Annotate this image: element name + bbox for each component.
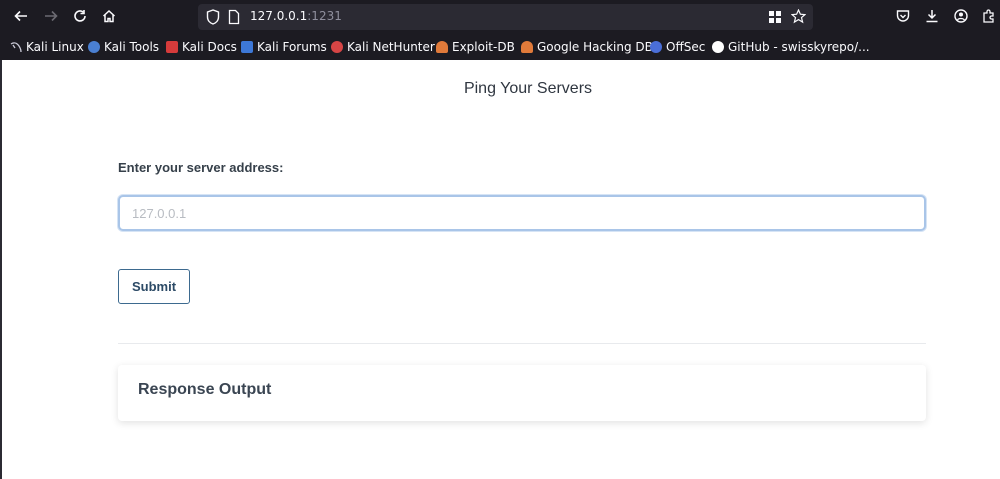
kali-forums-icon — [241, 41, 253, 53]
bookmark-exploit-db[interactable]: Exploit-DB — [436, 38, 515, 56]
bookmark-label: Kali NetHunter — [347, 40, 435, 54]
bookmark-kali-forums[interactable]: Kali Forums — [241, 38, 327, 56]
response-output-title: Response Output — [138, 381, 272, 398]
divider — [118, 343, 926, 344]
exploit-db-icon — [436, 41, 448, 53]
browser-chrome: 127.0.0.1:1231 Kali Linux Kali Tools Kal… — [0, 0, 1000, 60]
bookmark-star-icon[interactable] — [790, 8, 807, 28]
google-hacking-db-icon — [521, 41, 533, 53]
offsec-icon — [650, 41, 662, 53]
bookmark-label: GitHub - swisskyrepo/... — [728, 40, 870, 54]
extensions-icon[interactable] — [978, 6, 1000, 28]
submit-button[interactable]: Submit — [118, 269, 190, 304]
page-content: Ping Your Servers Enter your server addr… — [0, 60, 1000, 479]
bookmark-label: Exploit-DB — [452, 40, 515, 54]
grid-icon[interactable] — [768, 9, 782, 28]
page-icon[interactable] — [228, 9, 240, 29]
bookmark-kali-nethunter[interactable]: Kali NetHunter — [331, 38, 435, 56]
response-output-card: Response Output — [118, 365, 926, 421]
account-icon[interactable] — [950, 6, 972, 28]
url-bar[interactable]: 127.0.0.1:1231 — [198, 4, 813, 30]
url-host: 127.0.0.1 — [250, 9, 308, 23]
kali-docs-icon — [166, 41, 178, 53]
bookmark-kali-docs[interactable]: Kali Docs — [166, 38, 237, 56]
bookmark-label: Kali Tools — [104, 40, 160, 54]
kali-dragon-icon — [10, 41, 22, 53]
reload-icon[interactable] — [69, 6, 91, 28]
kali-tools-icon — [88, 41, 100, 53]
url-port: :1231 — [307, 9, 342, 23]
url-text[interactable]: 127.0.0.1:1231 — [250, 9, 342, 23]
github-icon — [712, 41, 724, 53]
forward-arrow-icon[interactable] — [40, 6, 62, 28]
pocket-icon[interactable] — [892, 6, 914, 28]
page-title: Ping Your Servers — [463, 80, 593, 97]
bookmark-offsec[interactable]: OffSec — [650, 38, 705, 56]
server-address-label: Enter your server address: — [118, 160, 284, 175]
download-icon[interactable] — [921, 6, 943, 28]
bookmark-kali-linux[interactable]: Kali Linux — [10, 38, 84, 56]
back-arrow-icon[interactable] — [10, 6, 32, 28]
shield-icon[interactable] — [206, 9, 220, 29]
browser-toolbar: 127.0.0.1:1231 — [0, 0, 1000, 34]
kali-nethunter-icon — [331, 41, 343, 53]
bookmark-github[interactable]: GitHub - swisskyrepo/... — [712, 38, 870, 56]
home-icon[interactable] — [98, 6, 120, 28]
bookmark-kali-tools[interactable]: Kali Tools — [88, 38, 159, 56]
bookmark-label: Kali Forums — [257, 40, 327, 54]
bookmark-label: Kali Linux — [26, 40, 84, 54]
server-address-input[interactable] — [118, 195, 926, 231]
bookmark-google-hacking-db[interactable]: Google Hacking DB — [521, 38, 653, 56]
bookmarks-toolbar: Kali Linux Kali Tools Kali Docs Kali For… — [0, 36, 1000, 58]
bookmark-label: OffSec — [666, 40, 706, 54]
bookmark-label: Google Hacking DB — [537, 40, 653, 54]
bookmark-label: Kali Docs — [182, 40, 237, 54]
